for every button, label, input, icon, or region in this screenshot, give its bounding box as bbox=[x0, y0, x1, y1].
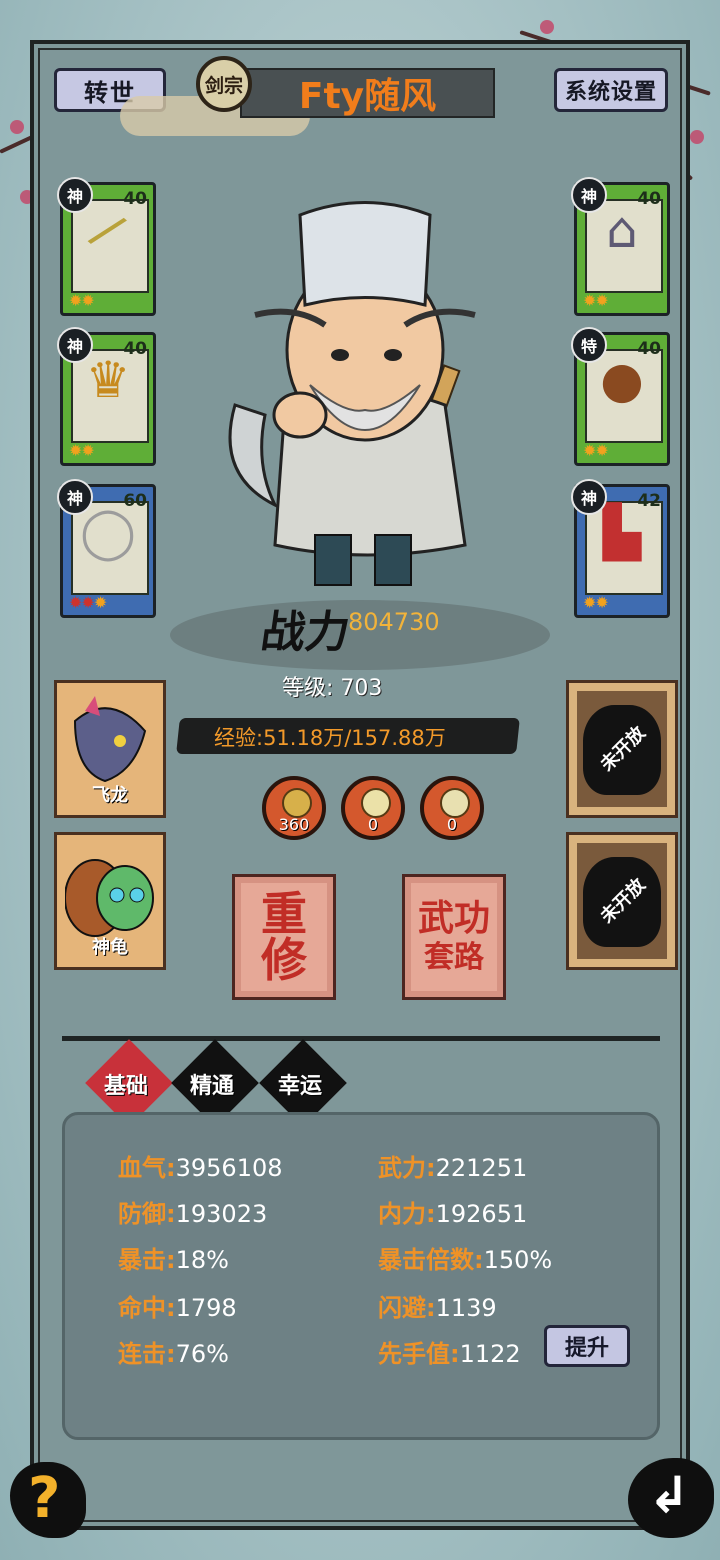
exp-text: 经验:51.18万/157.88万 bbox=[214, 726, 446, 750]
star-rating: ✹✹✹ bbox=[69, 593, 107, 612]
gold-pearl-icon bbox=[282, 788, 312, 818]
white-pearl-icon bbox=[361, 788, 391, 818]
player-name: Fty随风 bbox=[240, 68, 495, 118]
back-arrow-icon: ↲ bbox=[648, 1466, 690, 1524]
star-rating: ✹✹ bbox=[69, 291, 95, 310]
martial-arts-button[interactable]: 武功 套路 bbox=[402, 874, 506, 1000]
pet-label: 神龟 bbox=[92, 937, 128, 958]
retrain-line1: 重 bbox=[261, 887, 307, 941]
pet-slot-turtle[interactable]: 神龟 bbox=[54, 832, 166, 970]
item-jade-pearl[interactable]: 0 bbox=[420, 776, 484, 840]
tab-basic[interactable]: 基础 bbox=[104, 1068, 148, 1100]
star-rating: ✹✹ bbox=[583, 593, 609, 612]
stat-dodge: 闪避:1139 bbox=[378, 1294, 497, 1322]
plum-blossom bbox=[690, 130, 704, 144]
stat-combo: 连击:76% bbox=[118, 1340, 229, 1368]
rank-badge: 神 bbox=[571, 479, 607, 515]
upgrade-button[interactable]: 提升 bbox=[544, 1325, 630, 1367]
martial-line1: 武功 bbox=[417, 898, 490, 939]
hero-character bbox=[228, 201, 476, 586]
star-rating: ✹✹ bbox=[69, 441, 95, 460]
pet-label: 飞龙 bbox=[92, 785, 128, 806]
item-gold-pearl[interactable]: 360 bbox=[262, 776, 326, 840]
rank-badge: 神 bbox=[57, 177, 93, 213]
settings-button[interactable]: 系统设置 bbox=[554, 68, 668, 112]
equip-level: 40 bbox=[123, 189, 147, 209]
stat-initiative: 先手值:1122 bbox=[378, 1340, 521, 1368]
plum-blossom bbox=[540, 20, 554, 34]
stat-attack: 武力:221251 bbox=[378, 1154, 528, 1182]
stat-internal-power: 内力:192651 bbox=[378, 1200, 528, 1228]
stat-crit-multiplier: 暴击倍数:150% bbox=[378, 1246, 553, 1274]
tab-mastery[interactable]: 精通 bbox=[190, 1068, 234, 1100]
star-rating: ✹✹ bbox=[583, 291, 609, 310]
equip-slot-armor[interactable]: ♛ 神 40 ✹✹ bbox=[57, 327, 156, 466]
help-button[interactable]: ? bbox=[10, 1462, 86, 1538]
item-white-pearl[interactable]: 0 bbox=[341, 776, 405, 840]
sect-badge: 剑宗 bbox=[196, 56, 252, 112]
stat-hp: 血气:3956108 bbox=[118, 1154, 283, 1182]
tab-luck[interactable]: 幸运 bbox=[278, 1068, 322, 1100]
equip-level: 40 bbox=[637, 189, 661, 209]
stat-crit: 暴击:18% bbox=[118, 1246, 229, 1274]
back-button[interactable]: ↲ bbox=[628, 1458, 714, 1538]
item-count: 0 bbox=[367, 815, 379, 834]
rank-badge: 神 bbox=[57, 479, 93, 515]
item-count: 360 bbox=[278, 815, 310, 834]
retrain-line2: 修 bbox=[261, 933, 307, 987]
plum-blossom bbox=[10, 120, 24, 134]
jade-pearl-icon bbox=[440, 788, 470, 818]
martial-line2: 套路 bbox=[424, 940, 484, 975]
item-count: 0 bbox=[446, 815, 458, 834]
power-label: 战力 bbox=[257, 607, 353, 658]
retrain-button[interactable]: 重 修 bbox=[232, 874, 336, 1000]
rank-badge: 特 bbox=[571, 327, 607, 363]
equip-level: 40 bbox=[123, 339, 147, 359]
stat-hit: 命中:1798 bbox=[118, 1294, 237, 1322]
pet-slot-locked[interactable]: 未开放 bbox=[566, 680, 678, 818]
equip-slot-boots[interactable]: ▙ 神 42 ✹✹ bbox=[571, 479, 670, 618]
equip-slot-gourd[interactable]: ● 特 40 ✹✹ bbox=[571, 327, 670, 466]
question-icon: ? bbox=[28, 1466, 61, 1531]
level-text: 等级: 703 bbox=[282, 676, 383, 701]
star-rating: ✹✹ bbox=[583, 441, 609, 460]
stat-defense: 防御:193023 bbox=[118, 1200, 268, 1228]
equip-slot-ring[interactable]: ◯ 神 60 ✹✹✹ bbox=[57, 479, 156, 618]
equip-level: 40 bbox=[637, 339, 661, 359]
equip-slot-hat[interactable]: ⌂ 神 40 ✹✹ bbox=[571, 177, 670, 316]
pet-slot-locked[interactable]: 未开放 bbox=[566, 832, 678, 970]
pet-slot-dragon[interactable]: 飞龙 bbox=[54, 680, 166, 818]
rank-badge: 神 bbox=[571, 177, 607, 213]
equip-slot-weapon[interactable]: / 神 40 ✹✹ bbox=[57, 177, 156, 316]
equip-level: 42 bbox=[637, 491, 661, 511]
section-divider bbox=[62, 1036, 660, 1041]
power-value: 804730 bbox=[348, 608, 440, 636]
equip-level: 60 bbox=[123, 491, 147, 511]
rank-badge: 神 bbox=[57, 327, 93, 363]
